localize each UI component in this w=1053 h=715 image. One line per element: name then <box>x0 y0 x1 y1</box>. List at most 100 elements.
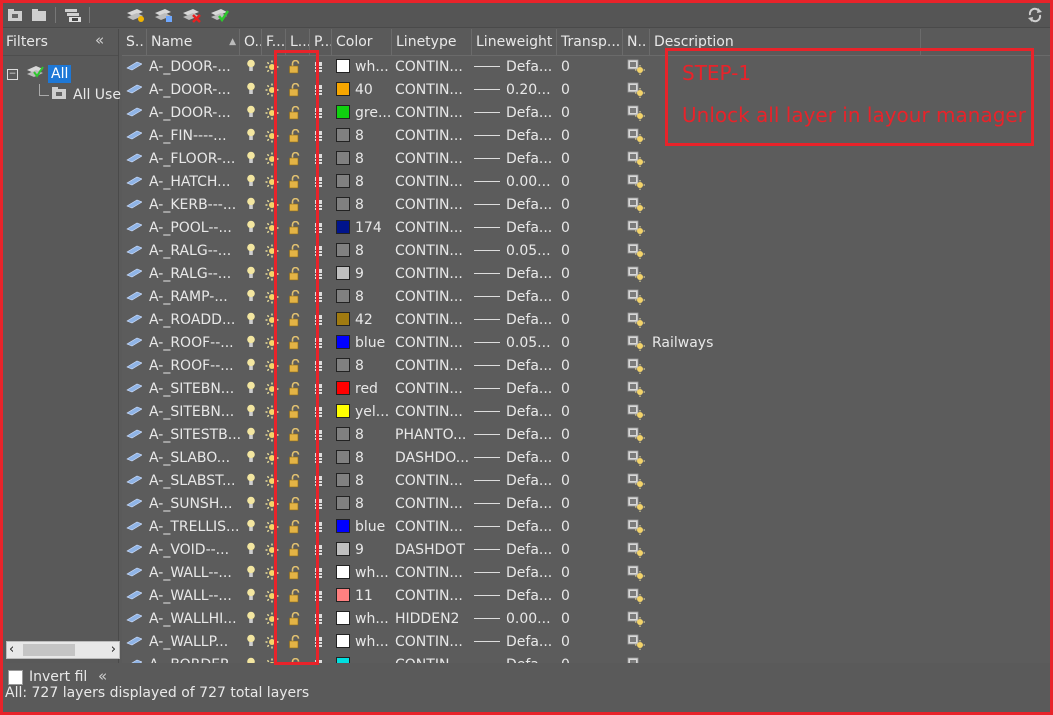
layer-name[interactable]: A-_ROOF--... <box>149 355 241 378</box>
layer-name[interactable]: A-_SLABO... <box>149 447 241 470</box>
layer-name[interactable]: A-_BORDER... <box>149 654 241 663</box>
layer-color[interactable]: wh... <box>336 631 392 654</box>
table-row[interactable]: A-_HATCH... 8 CONTIN... 0.00... 0 <box>122 171 1050 194</box>
layer-description[interactable] <box>652 447 920 470</box>
layer-linetype[interactable]: CONTIN... <box>395 56 471 79</box>
on-bulb-icon[interactable] <box>246 401 260 426</box>
layer-name[interactable]: A-_SITEBN... <box>149 378 241 401</box>
layer-transparency[interactable]: 0 <box>561 470 621 493</box>
layer-description[interactable] <box>652 424 920 447</box>
layer-lineweight[interactable]: 0.05... <box>474 240 556 263</box>
layer-lineweight[interactable]: Defa... <box>474 654 556 663</box>
layer-color[interactable]: 9 <box>336 539 392 562</box>
layer-transparency[interactable]: 0 <box>561 79 621 102</box>
layer-color[interactable]: 40 <box>336 79 392 102</box>
layer-linetype[interactable]: CONTIN... <box>395 401 471 424</box>
layer-lineweight[interactable]: Defa... <box>474 493 556 516</box>
on-bulb-icon[interactable] <box>246 493 260 518</box>
table-row[interactable]: A-_VOID--... 9 DASHDOT Defa... 0 <box>122 539 1050 562</box>
on-bulb-icon[interactable] <box>246 148 260 173</box>
layer-linetype[interactable]: CONTIN... <box>395 631 471 654</box>
layer-name[interactable]: A-_POOL--... <box>149 217 241 240</box>
layer-transparency[interactable]: 0 <box>561 562 621 585</box>
layer-linetype[interactable]: CONTIN... <box>395 355 471 378</box>
layer-linetype[interactable]: CONTIN... <box>395 148 471 171</box>
layer-color[interactable]: 8 <box>336 240 392 263</box>
layer-description[interactable] <box>652 194 920 217</box>
table-row[interactable]: A-_SITESTB... 8 PHANTO... Defa... 0 <box>122 424 1050 447</box>
tree-node-all[interactable]: − All <box>7 64 72 84</box>
layer-name[interactable]: A-_DOOR-... <box>149 56 241 79</box>
layer-lineweight[interactable]: 0.20... <box>474 79 556 102</box>
layer-name[interactable]: A-_RAMP-... <box>149 286 241 309</box>
layer-lineweight[interactable]: Defa... <box>474 194 556 217</box>
layer-description[interactable] <box>652 585 920 608</box>
layer-linetype[interactable]: CONTIN... <box>395 585 471 608</box>
on-bulb-icon[interactable] <box>246 585 260 610</box>
layer-color[interactable]: 11 <box>336 585 392 608</box>
layer-name[interactable]: A-_WALLHI... <box>149 608 241 631</box>
layer-color[interactable]: 8 <box>336 447 392 470</box>
on-bulb-icon[interactable] <box>246 263 260 288</box>
filters-horizontal-scrollbar[interactable]: ‹ › <box>6 641 120 659</box>
layer-lineweight[interactable]: 0.00... <box>474 171 556 194</box>
layer-linetype[interactable]: DASHDO... <box>395 447 471 470</box>
layer-linetype[interactable]: CONTIN... <box>395 263 471 286</box>
layer-description[interactable] <box>652 562 920 585</box>
layer-name[interactable]: A-_VOID--... <box>149 539 241 562</box>
layer-color[interactable]: gre... <box>336 102 392 125</box>
layer-linetype[interactable]: CONTIN... <box>395 102 471 125</box>
layer-color[interactable]: 42 <box>336 309 392 332</box>
layer-description[interactable] <box>652 148 920 171</box>
table-row[interactable]: A-_RALG--... 8 CONTIN... 0.05... 0 <box>122 240 1050 263</box>
layer-lineweight[interactable]: Defa... <box>474 585 556 608</box>
layer-name[interactable]: A-_DOOR-... <box>149 102 241 125</box>
layer-linetype[interactable]: CONTIN... <box>395 194 471 217</box>
on-bulb-icon[interactable] <box>246 539 260 564</box>
new-layer-vp-frozen-icon[interactable] <box>153 5 173 25</box>
on-bulb-icon[interactable] <box>246 240 260 265</box>
on-bulb-icon[interactable] <box>246 332 260 357</box>
layer-description[interactable] <box>652 378 920 401</box>
layer-lineweight[interactable]: Defa... <box>474 263 556 286</box>
table-row[interactable]: A-_KERB---... 8 CONTIN... Defa... 0 <box>122 194 1050 217</box>
layer-name[interactable]: A-_SLABST... <box>149 470 241 493</box>
table-row[interactable]: A-_ROADD... 42 CONTIN... Defa... 0 <box>122 309 1050 332</box>
layer-linetype[interactable]: CONTIN... <box>395 516 471 539</box>
layer-name[interactable]: A-_DOOR-... <box>149 79 241 102</box>
layer-description[interactable] <box>652 240 920 263</box>
on-bulb-icon[interactable] <box>246 562 260 587</box>
table-row[interactable]: A-_FLOOR-... 8 CONTIN... Defa... 0 <box>122 148 1050 171</box>
refresh-icon[interactable] <box>1025 5 1045 25</box>
on-bulb-icon[interactable] <box>246 286 260 311</box>
col-color[interactable]: Color <box>332 29 392 55</box>
layer-name[interactable]: A-_SITEBN... <box>149 401 241 424</box>
layer-name[interactable]: A-_WALL--... <box>149 585 241 608</box>
layer-transparency[interactable]: 0 <box>561 654 621 663</box>
layer-transparency[interactable]: 0 <box>561 102 621 125</box>
layer-name[interactable]: A-_KERB---... <box>149 194 241 217</box>
layer-transparency[interactable]: 0 <box>561 516 621 539</box>
layer-transparency[interactable]: 0 <box>561 493 621 516</box>
tree-node-all-used[interactable]: All Use <box>51 85 121 105</box>
layer-lineweight[interactable]: Defa... <box>474 378 556 401</box>
layer-lineweight[interactable]: Defa... <box>474 309 556 332</box>
layer-transparency[interactable]: 0 <box>561 125 621 148</box>
layer-transparency[interactable]: 0 <box>561 378 621 401</box>
layer-color[interactable]: 8 <box>336 125 392 148</box>
layer-description[interactable] <box>652 171 920 194</box>
on-bulb-icon[interactable] <box>246 194 260 219</box>
layer-color[interactable]: 174 <box>336 217 392 240</box>
layer-lineweight[interactable]: Defa... <box>474 125 556 148</box>
layer-lineweight[interactable]: 0.05... <box>474 332 556 355</box>
layer-description[interactable] <box>652 355 920 378</box>
on-bulb-icon[interactable] <box>246 56 260 81</box>
layer-states-manager-icon[interactable] <box>63 5 83 25</box>
layer-color[interactable]: 9 <box>336 263 392 286</box>
new-vp-freeze-icon[interactable] <box>627 654 649 663</box>
set-current-icon[interactable] <box>209 5 229 25</box>
layer-transparency[interactable]: 0 <box>561 309 621 332</box>
layer-description[interactable]: Railways <box>652 332 920 355</box>
layer-lineweight[interactable]: Defa... <box>474 401 556 424</box>
col-lineweight[interactable]: Lineweight <box>472 29 557 55</box>
